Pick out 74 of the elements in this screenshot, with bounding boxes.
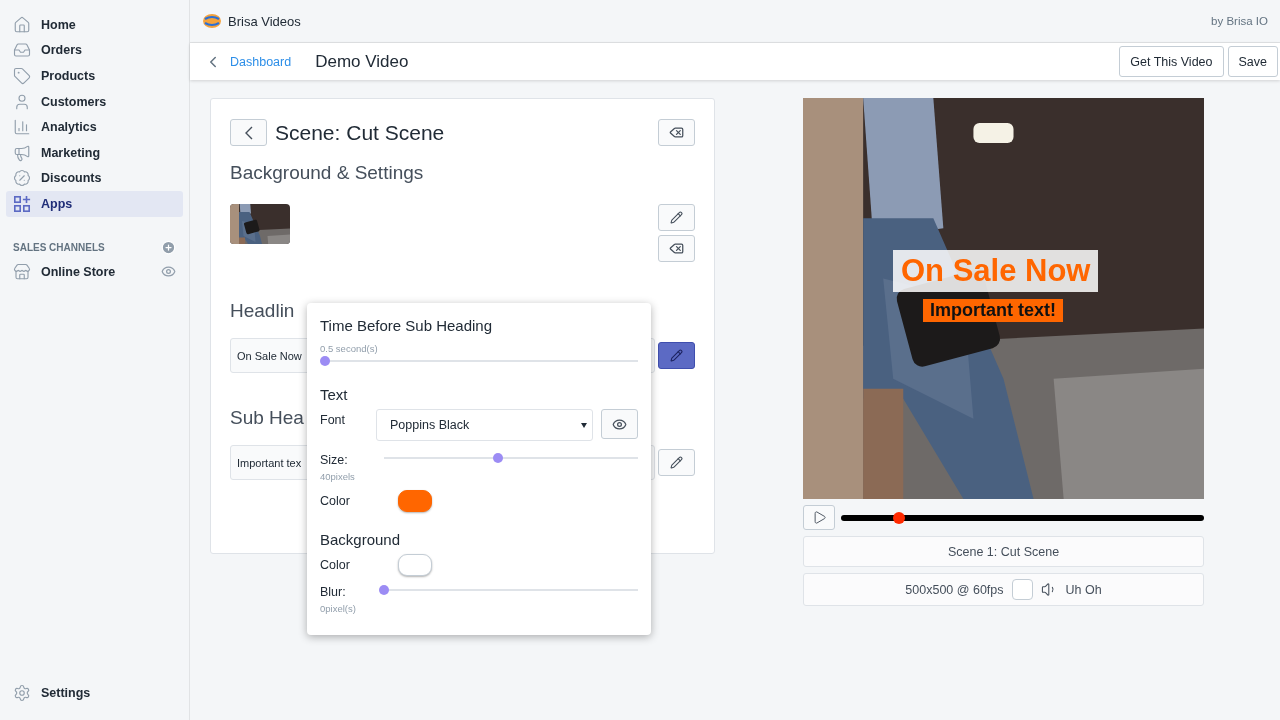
eye-icon bbox=[612, 416, 627, 432]
popover-heading: Text bbox=[320, 386, 349, 403]
delete-button[interactable] bbox=[658, 235, 695, 262]
delete-button[interactable] bbox=[658, 119, 695, 146]
slider-reading: 0pixel(s) bbox=[320, 603, 357, 614]
font-dropdown[interactable]: Poppins Black bbox=[376, 409, 593, 441]
field-label: Color bbox=[320, 558, 351, 572]
megaphone-icon bbox=[13, 143, 31, 162]
user-icon bbox=[13, 92, 31, 111]
grid-plus-icon bbox=[13, 194, 31, 213]
slider-thumb[interactable] bbox=[379, 585, 389, 595]
backspace-icon bbox=[669, 125, 684, 140]
nav-item[interactable]: Apps bbox=[6, 191, 183, 217]
preview-button[interactable] bbox=[601, 409, 638, 439]
slider-thumb[interactable] bbox=[493, 453, 504, 463]
bar-chart-icon bbox=[13, 118, 31, 137]
play-icon bbox=[811, 510, 827, 525]
field-label: Size: bbox=[320, 453, 348, 467]
headline-overlay: On Sale Now bbox=[893, 250, 1099, 292]
app-name: Brisa Videos bbox=[228, 13, 301, 29]
settings-item[interactable]: Settings bbox=[6, 680, 183, 706]
nav-item[interactable]: Products bbox=[6, 63, 183, 89]
byline: by Brisa IO bbox=[1211, 15, 1268, 27]
caret-icon bbox=[581, 422, 587, 428]
field-label: Blur: bbox=[320, 585, 346, 599]
backspace-icon bbox=[669, 241, 684, 256]
nav-item[interactable]: Marketing bbox=[6, 139, 183, 166]
nav-item[interactable]: Home bbox=[6, 12, 183, 38]
home-icon bbox=[13, 15, 31, 34]
nav-item[interactable]: Customers bbox=[6, 88, 183, 115]
pencil-icon bbox=[670, 349, 683, 362]
field-label: Color bbox=[320, 494, 351, 508]
pencil-icon bbox=[670, 456, 683, 469]
sound-label: Uh Oh bbox=[1065, 582, 1102, 597]
back-button[interactable] bbox=[230, 119, 267, 146]
section-heading: SALES CHANNELS bbox=[13, 242, 105, 254]
scene-button[interactable]: Scene 1: Cut Scene bbox=[803, 536, 1204, 567]
nav-item[interactable]: Orders bbox=[6, 37, 183, 64]
color-swatch[interactable] bbox=[398, 554, 432, 576]
section-title: Headlin bbox=[230, 300, 295, 322]
nav-item[interactable]: Analytics bbox=[6, 114, 183, 140]
settings-icon bbox=[13, 684, 31, 703]
play-button[interactable] bbox=[803, 505, 835, 530]
progress-thumb[interactable] bbox=[893, 511, 906, 524]
store-icon bbox=[13, 262, 31, 281]
section-title: Background & Settings bbox=[230, 162, 424, 184]
get-video-button[interactable]: Get This Video bbox=[1119, 46, 1224, 77]
field-label: Font bbox=[320, 413, 346, 427]
format-label: 500x500 @ 60fps bbox=[905, 582, 1004, 597]
chevron-icon bbox=[244, 125, 253, 140]
pencil-icon bbox=[670, 211, 683, 224]
slider-reading: 0.5 second(s) bbox=[320, 343, 379, 354]
edit-button[interactable] bbox=[658, 342, 695, 369]
slider-thumb[interactable] bbox=[320, 356, 330, 366]
page-title: Demo Video bbox=[315, 51, 410, 72]
add-icon[interactable] bbox=[161, 240, 176, 256]
eye-icon[interactable] bbox=[161, 264, 176, 280]
popover-heading: Background bbox=[320, 531, 402, 548]
slider-reading: 40pixels bbox=[320, 471, 356, 482]
progress-bar[interactable] bbox=[841, 514, 1204, 521]
discount-icon bbox=[13, 169, 31, 188]
save-button[interactable]: Save bbox=[1227, 46, 1278, 77]
scene-title: Scene: Cut Scene bbox=[275, 120, 446, 145]
subheading-overlay: Important text! bbox=[923, 299, 1063, 322]
nav-item[interactable]: Online Store bbox=[6, 258, 183, 285]
breadcrumb-link[interactable]: Dashboard bbox=[230, 54, 292, 69]
popover-heading: Time Before Sub Heading bbox=[320, 317, 494, 334]
inbox-icon bbox=[13, 41, 31, 60]
section-title: Sub Hea bbox=[230, 407, 304, 429]
color-swatch[interactable] bbox=[398, 490, 432, 512]
logo-icon bbox=[202, 13, 222, 29]
tag-icon bbox=[13, 67, 31, 85]
checkbox[interactable] bbox=[1011, 579, 1033, 600]
nav-item[interactable]: Discounts bbox=[6, 165, 183, 192]
